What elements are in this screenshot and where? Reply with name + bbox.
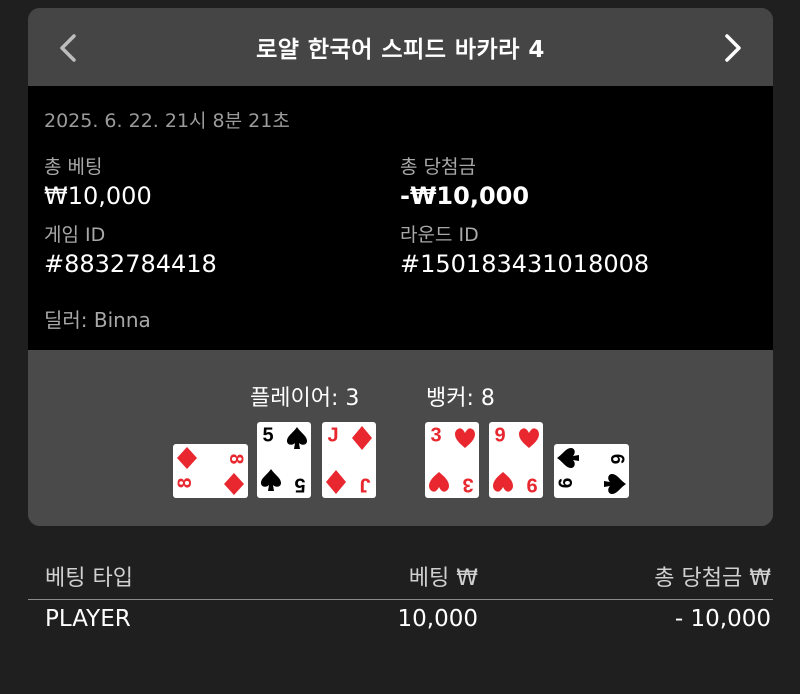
player-score-label: 플레이어: 3 <box>250 386 360 411</box>
col-header-total-win: 총 당첨금 ₩ <box>654 566 771 591</box>
header-bar: 로얄 한국어 스피드 바카라 4 <box>28 8 773 86</box>
row-bet-type: PLAYER <box>45 606 131 632</box>
svg-text:8: 8 <box>175 478 196 489</box>
player-card-1: 8 8 <box>173 444 248 498</box>
round-details-panel: 로얄 한국어 스피드 바카라 4 2025. 6. 22. 21시 8분 21초… <box>28 8 773 526</box>
total-bet-value: ₩10,000 <box>44 182 152 210</box>
row-bet-amount: 10,000 <box>397 606 478 632</box>
round-info: 2025. 6. 22. 21시 8분 21초 총 베팅 ₩10,000 총 당… <box>28 86 773 350</box>
total-win-label: 총 당첨금 <box>400 156 476 178</box>
svg-text:8: 8 <box>225 454 246 465</box>
row-total-win: - 10,000 <box>674 606 771 632</box>
svg-text:6: 6 <box>556 478 577 489</box>
total-win-value: -₩10,000 <box>400 182 530 210</box>
table-divider <box>28 599 773 600</box>
banker-score-label: 뱅커: 8 <box>426 386 495 411</box>
svg-text:J: J <box>327 424 338 446</box>
col-header-bet: 베팅 ₩ <box>408 566 478 591</box>
previous-round-button[interactable] <box>48 28 88 68</box>
player-card-3: J J <box>322 422 376 498</box>
svg-text:3: 3 <box>462 474 473 496</box>
next-round-button[interactable] <box>713 28 753 68</box>
svg-text:9: 9 <box>494 424 505 446</box>
game-id-label: 게임 ID <box>44 224 106 246</box>
dealer-name: 딜러: Binna <box>44 308 151 332</box>
banker-card-1: 3 3 <box>425 422 479 498</box>
round-id-label: 라운드 ID <box>400 224 479 246</box>
banker-card-3: 6 6 <box>554 444 629 498</box>
game-id-value: #8832784418 <box>44 250 217 278</box>
col-header-bet-type: 베팅 타입 <box>45 566 133 591</box>
hands-area: 플레이어: 3 뱅커: 8 8 8 5 5 J J 3 3 9 9 6 6 <box>28 350 773 526</box>
svg-text:5: 5 <box>294 474 305 496</box>
game-title: 로얄 한국어 스피드 바카라 4 <box>256 37 545 63</box>
svg-text:9: 9 <box>526 474 537 496</box>
svg-text:6: 6 <box>606 454 627 465</box>
svg-text:3: 3 <box>430 424 441 446</box>
round-id-value: #150183431018008 <box>400 250 650 278</box>
chevron-right-icon <box>725 34 741 62</box>
round-timestamp: 2025. 6. 22. 21시 8분 21초 <box>44 110 290 132</box>
banker-card-2: 9 9 <box>489 422 543 498</box>
svg-text:5: 5 <box>262 424 273 446</box>
player-card-2: 5 5 <box>257 422 311 498</box>
svg-text:J: J <box>359 474 370 496</box>
chevron-left-icon <box>60 34 76 62</box>
total-bet-label: 총 베팅 <box>44 156 103 178</box>
